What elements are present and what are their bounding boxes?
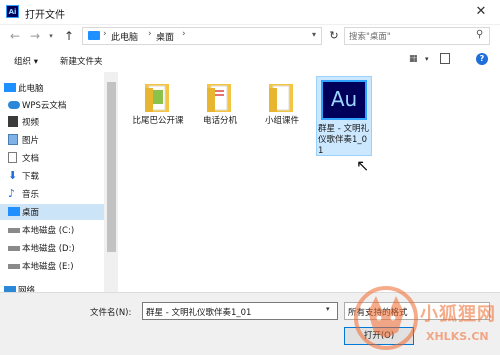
sidebar-item-label: WPS云文档 <box>22 101 67 111</box>
close-button[interactable]: ✕ <box>470 3 492 21</box>
view-options-icon[interactable]: ▦ <box>409 54 419 64</box>
forward-button[interactable]: → <box>28 29 42 43</box>
sidebar-item-documents[interactable]: 文档 <box>0 150 104 166</box>
folder-icon <box>269 84 293 112</box>
file-label: 比尾巴公开课 <box>132 116 184 126</box>
music-icon: ♪ <box>8 187 16 200</box>
download-icon: ⬇ <box>8 169 18 182</box>
sidebar-item-downloads[interactable]: ⬇ 下载 <box>0 168 104 184</box>
cloud-icon <box>8 101 20 109</box>
sidebar-item-label: 文档 <box>22 154 40 164</box>
sidebar-item-wps-cloud[interactable]: WPS云文档 <box>0 97 104 113</box>
folder-icon <box>145 84 169 112</box>
file-label: 电话分机 <box>202 116 237 126</box>
audition-file-icon: Au <box>321 80 367 120</box>
sidebar-item-label: 下载 <box>22 172 40 182</box>
sidebar-item-label: 本地磁盘 (C:) <box>22 226 75 236</box>
back-button[interactable]: ← <box>8 29 22 43</box>
preview-pane-icon[interactable] <box>440 53 450 64</box>
sidebar-item-label: 音乐 <box>22 190 40 200</box>
help-icon[interactable]: ? <box>476 53 488 65</box>
sidebar-item-label: 桌面 <box>22 208 40 218</box>
drive-icon <box>8 228 20 233</box>
document-icon <box>8 152 17 163</box>
sidebar-item-drive-e[interactable]: 本地磁盘 (E:) <box>0 258 104 274</box>
computer-icon <box>88 31 100 40</box>
file-item[interactable]: 小组课件 <box>252 82 312 127</box>
sidebar-item-label: 本地磁盘 (D:) <box>22 244 75 254</box>
breadcrumb-separator: › <box>182 29 186 39</box>
filename-value: 群星 - 文明礼仪歌伴奏1_01 <box>146 308 252 318</box>
breadcrumb-this-pc[interactable]: 此电脑 <box>111 30 138 43</box>
drive-icon <box>8 246 20 251</box>
computer-icon <box>4 83 16 92</box>
sidebar-item-label: 此电脑 <box>18 84 44 94</box>
breadcrumb-separator: › <box>148 29 152 39</box>
chevron-down-icon[interactable]: ▾ <box>326 305 330 313</box>
sidebar-item-drive-c[interactable]: 本地磁盘 (C:) <box>0 222 104 238</box>
scrollbar-thumb[interactable] <box>107 82 116 252</box>
sidebar-item-label: 图片 <box>22 136 40 146</box>
sidebar-item-videos[interactable]: 视频 <box>0 114 104 130</box>
app-icon: Ai <box>6 5 19 18</box>
filename-label: 文件名(N): <box>90 308 132 318</box>
file-label: 群星 - 文明礼仪歌伴奏1_01 <box>318 124 369 156</box>
sidebar-item-desktop[interactable]: 桌面 <box>0 204 104 220</box>
desktop-icon <box>8 207 20 216</box>
folder-icon <box>207 84 231 112</box>
title-bar <box>0 0 500 25</box>
sidebar-item-drive-d[interactable]: 本地磁盘 (D:) <box>0 240 104 256</box>
watermark-title: 小狐狸网 <box>420 304 496 325</box>
recent-locations-icon[interactable]: ▾ <box>44 29 58 43</box>
search-placeholder: 搜索"桌面" <box>349 32 391 42</box>
sidebar-item-this-pc[interactable]: 此电脑 <box>0 80 104 96</box>
video-icon <box>8 116 18 127</box>
navigation-pane: 此电脑 WPS云文档 视频 图片 文档 ⬇ 下载 ♪ 音乐 桌面 本地磁盘 (C… <box>0 72 104 296</box>
organize-button[interactable]: 组织 ▾ <box>14 55 38 67</box>
drive-icon <box>8 264 20 269</box>
refresh-button[interactable]: ↻ <box>326 28 342 44</box>
chevron-down-icon[interactable]: ▾ <box>425 55 429 63</box>
sidebar-item-music[interactable]: ♪ 音乐 <box>0 186 104 202</box>
search-icon: ⚲ <box>476 29 484 40</box>
chevron-down-icon[interactable]: ▾ <box>312 30 316 39</box>
sidebar-item-label: 本地磁盘 (E:) <box>22 262 74 272</box>
new-folder-button[interactable]: 新建文件夹 <box>60 55 103 67</box>
sidebar-item-pictures[interactable]: 图片 <box>0 132 104 148</box>
up-button[interactable]: ↑ <box>62 29 76 43</box>
mouse-cursor-icon: ↖ <box>356 156 370 175</box>
window-title: 打开文件 <box>25 10 65 21</box>
breadcrumb-desktop[interactable]: 桌面 <box>156 30 174 43</box>
breadcrumb-separator: › <box>103 29 107 39</box>
sidebar-item-label: 视频 <box>22 118 40 128</box>
file-item[interactable]: 电话分机 <box>190 82 250 127</box>
watermark-url: XHLKS.CN <box>426 330 489 343</box>
file-item[interactable]: 比尾巴公开课 <box>128 82 188 127</box>
file-label: 小组课件 <box>264 116 299 126</box>
fox-logo-icon <box>354 286 418 350</box>
picture-icon <box>8 134 18 145</box>
